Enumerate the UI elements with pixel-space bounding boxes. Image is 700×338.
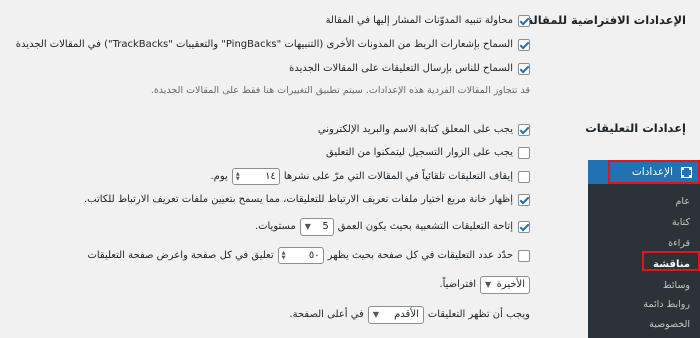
option-label: السماح للناس بإرسال التعليقات على المقال… (289, 63, 513, 74)
option-label: افتراضياً. (439, 279, 476, 290)
checkbox-threaded[interactable] (518, 221, 530, 233)
option-cookies-opt-in[interactable]: إظهار خانة مربع اختيار ملفات تعريف الارت… (84, 193, 530, 207)
comments-per-page-input[interactable]: ٥٠ ▲ ▼ (277, 247, 324, 264)
default-settings-note: قد تتجاوز المقالات الفردية هذه الإعدادات… (150, 85, 530, 96)
highlight-settings-menu (608, 160, 700, 184)
submenu-item-reading[interactable]: قراءة (668, 238, 690, 249)
chevron-down-icon: ▼ (304, 222, 311, 231)
option-label: يجب على الزوار التسجيل ليتمكنوا من التعل… (326, 147, 513, 158)
option-label: إظهار خانة مربع اختيار ملفات تعريف الارت… (83, 194, 513, 205)
option-require-name-email[interactable]: يجب على المعلق كتابة الاسم والبريد الإلك… (318, 123, 530, 137)
option-label: ويجب أن تظهر التعليقات (427, 309, 530, 320)
option-label: محاولة تنبيه المدوّنات المشار إليها في ا… (325, 15, 513, 26)
option-allow-comments[interactable]: السماح للناس بإرسال التعليقات على المقال… (289, 62, 530, 76)
spinner-icon[interactable]: ▲ ▼ (282, 250, 286, 261)
select-value: الأخيرة (496, 279, 525, 290)
checkbox-require-name-email[interactable] (518, 124, 530, 136)
checkbox-cookies-opt-in[interactable] (518, 194, 530, 206)
thread-depth-select[interactable]: 5 ▼ (299, 218, 334, 236)
checkbox-allow-pingbacks[interactable] (518, 39, 530, 51)
option-label: إتاحة التعليقات التشعبية بحيث يكون العمق (337, 221, 513, 232)
option-label: السماح بإشعارات الربط من المدونات الأخرى… (15, 39, 513, 50)
current-arrow (582, 166, 588, 178)
option-label-after: تعليق في كل صفحة واعرض صفحة التعليقات (87, 249, 274, 261)
input-value: ١٤ (265, 170, 276, 182)
option-require-registration[interactable]: يجب على الزوار التسجيل ليتمكنوا من التعل… (326, 146, 530, 160)
spinner-icon[interactable]: ▲ ▼ (236, 171, 240, 182)
checkbox-paginate[interactable] (518, 249, 530, 262)
option-paginate[interactable]: حدّد عدد التعليقات في كل صفحة بحيث يظهر … (87, 247, 530, 264)
option-comment-order: ويجب أن تظهر التعليقات الأقدم ▼ في أعلى … (289, 306, 530, 324)
option-auto-close[interactable]: إيقاف التعليقات تلقائياً في المقالات الت… (210, 168, 530, 185)
default-page-select[interactable]: الأخيرة ▼ (480, 276, 530, 294)
option-label-after: في أعلى الصفحة. (289, 309, 364, 320)
comment-order-select[interactable]: الأقدم ▼ (367, 306, 424, 324)
option-threaded[interactable]: إتاحة التعليقات التشعبية بحيث يكون العمق… (255, 218, 530, 236)
submenu-item-writing[interactable]: كتابة (672, 217, 690, 228)
option-label: إيقاف التعليقات تلقائياً في المقالات الت… (283, 170, 513, 182)
checkbox-auto-close[interactable] (518, 170, 530, 183)
option-notify-blogs[interactable]: محاولة تنبيه المدوّنات المشار إليها في ا… (326, 14, 530, 28)
option-label: يجب على المعلق كتابة الاسم والبريد الإلك… (317, 124, 513, 135)
checkbox-allow-comments[interactable] (518, 63, 530, 75)
chevron-down-icon: ▼ (485, 280, 492, 289)
option-label: حدّد عدد التعليقات في كل صفحة بحيث يظهر (327, 249, 513, 261)
section-title-comment-settings: إعدادات التعليقات (585, 121, 686, 135)
submenu-item-privacy[interactable]: الخصوصية (649, 319, 690, 330)
highlight-discussion-item (642, 251, 700, 271)
select-value: الأقدم (394, 309, 419, 320)
option-allow-pingbacks[interactable]: السماح بإشعارات الربط من المدونات الأخرى… (16, 38, 530, 52)
admin-menu: الإعدادات عام كتابة قراءة مناقشة وسائط ر… (582, 160, 700, 338)
chevron-down-icon: ▼ (372, 310, 379, 319)
submenu-item-general[interactable]: عام (676, 196, 690, 207)
checkbox-require-registration[interactable] (518, 147, 530, 159)
select-value: 5 (322, 221, 329, 232)
checkbox-notify-blogs[interactable] (518, 15, 530, 27)
section-title-default-settings: الإعدادات الافتراضية للمقالة (526, 13, 686, 27)
close-days-input[interactable]: ١٤ ▲ ▼ (231, 168, 280, 185)
option-unit: مستويات. (254, 221, 296, 232)
submenu-item-media[interactable]: وسائط (663, 280, 690, 291)
option-default-page: الأخيرة ▼ افتراضياً. (439, 276, 530, 294)
option-unit: يوم. (210, 170, 228, 182)
input-value: ٥٠ (308, 249, 320, 261)
submenu-item-permalinks[interactable]: روابط دائمة (643, 299, 690, 310)
